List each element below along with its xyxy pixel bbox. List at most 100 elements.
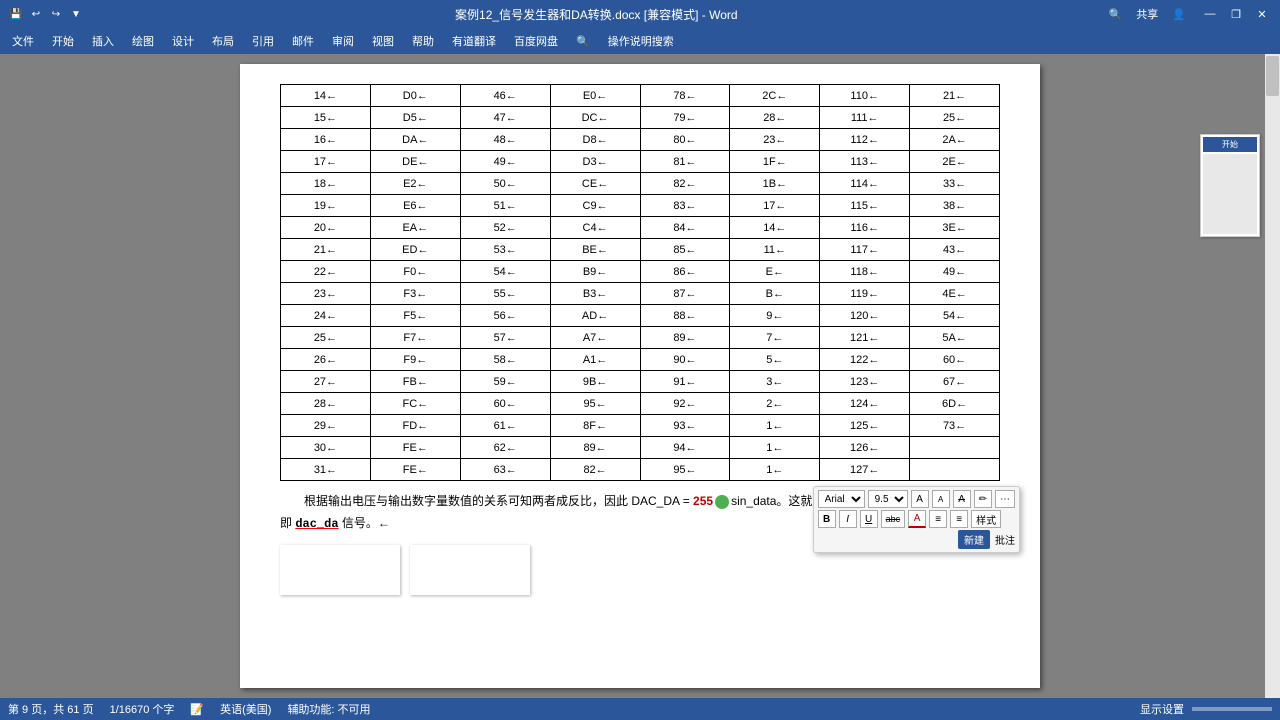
menu-references[interactable]: 引用	[244, 30, 282, 52]
table-cell	[910, 459, 1000, 481]
menu-mailings[interactable]: 邮件	[284, 30, 322, 52]
bold-button[interactable]: B	[818, 510, 836, 528]
menu-search-icon[interactable]: 🔍	[568, 32, 598, 51]
table-row: 15←D5←47←DC←79←28←111←25←	[281, 107, 1000, 129]
scroll-thumb[interactable]	[1266, 56, 1279, 96]
format-painter-button[interactable]: ✏	[974, 490, 992, 508]
table-row: 30←FE←62←89←94←1←126←	[281, 437, 1000, 459]
table-cell: 29←	[281, 415, 371, 437]
menu-file[interactable]: 文件	[4, 30, 42, 52]
table-cell: 89←	[550, 437, 640, 459]
font-name-select[interactable]: Arial	[818, 490, 865, 508]
table-row: 29←FD←61←8F←93←1←125←73←	[281, 415, 1000, 437]
table-cell: 22←	[281, 261, 371, 283]
table-row: 17←DE←49←D3←81←1F←113←2E←	[281, 151, 1000, 173]
table-cell: 24←	[281, 305, 371, 327]
table-cell: 14←	[730, 217, 820, 239]
table-cell: C4←	[550, 217, 640, 239]
table-cell: 20←	[281, 217, 371, 239]
comment-label: 批注	[995, 532, 1015, 547]
menu-help[interactable]: 帮助	[404, 30, 442, 52]
customize-icon[interactable]: ▼	[68, 6, 84, 22]
table-cell: 48←	[460, 129, 550, 151]
table-cell: 27←	[281, 371, 371, 393]
menu-home[interactable]: 开始	[44, 30, 82, 52]
table-cell: 123←	[820, 371, 910, 393]
table-cell: 90←	[640, 349, 730, 371]
restore-button[interactable]: ❐	[1226, 6, 1246, 22]
zoom-slider[interactable]	[1192, 707, 1272, 711]
minimize-button[interactable]: —	[1200, 6, 1220, 22]
table-cell: D0←	[370, 85, 460, 107]
italic-button[interactable]: I	[839, 510, 857, 528]
menu-view[interactable]: 视图	[364, 30, 402, 52]
table-cell: E0←	[550, 85, 640, 107]
table-cell: 28←	[730, 107, 820, 129]
table-cell: 1F←	[730, 151, 820, 173]
bullet-list-button[interactable]: ≡	[929, 510, 947, 528]
table-cell: A1←	[550, 349, 640, 371]
page-info: 第 9 页，共 61 页	[8, 701, 94, 717]
table-cell: 120←	[820, 305, 910, 327]
table-cell: 33←	[910, 173, 1000, 195]
green-indicator	[715, 495, 729, 509]
new-comment-button[interactable]: 新建	[958, 530, 990, 549]
menu-draw[interactable]: 绘图	[124, 30, 162, 52]
menu-design[interactable]: 设计	[164, 30, 202, 52]
font-size-select[interactable]: 9.5	[868, 490, 908, 508]
table-cell: F5←	[370, 305, 460, 327]
table-cell: D5←	[370, 107, 460, 129]
table-cell: 5A←	[910, 327, 1000, 349]
table-cell: 57←	[460, 327, 550, 349]
table-cell: 54←	[460, 261, 550, 283]
strikethrough-button[interactable]: abc	[881, 510, 906, 528]
status-bar: 第 9 页，共 61 页 1/16670 个字 📝 英语(美国) 辅助功能: 不…	[0, 698, 1280, 720]
table-cell: E←	[730, 261, 820, 283]
more-button[interactable]: ⋯	[995, 490, 1015, 508]
share-button[interactable]: 共享	[1136, 6, 1158, 22]
table-cell: 26←	[281, 349, 371, 371]
table-cell: 95←	[550, 393, 640, 415]
menu-review[interactable]: 审阅	[324, 30, 362, 52]
font-grow-button[interactable]: A	[911, 490, 929, 508]
menu-operation-help[interactable]: 操作说明搜索	[600, 30, 682, 52]
language[interactable]: 英语(美国)	[220, 701, 271, 717]
redo-icon[interactable]: ↪	[48, 6, 64, 22]
blank-page-right	[410, 545, 530, 595]
table-cell: 21←	[281, 239, 371, 261]
table-row: 26←F9←58←A1←90←5←122←60←	[281, 349, 1000, 371]
table-cell: 30←	[281, 437, 371, 459]
vertical-scrollbar[interactable]	[1265, 54, 1280, 698]
table-cell: 115←	[820, 195, 910, 217]
font-shrink-button[interactable]: A	[932, 490, 950, 508]
status-right: 显示设置	[1140, 701, 1272, 717]
blank-page-left	[280, 545, 400, 595]
preview-title[interactable]: 开始	[1203, 137, 1257, 152]
menu-baidu[interactable]: 百度网盘	[506, 30, 566, 52]
table-cell: 9←	[730, 305, 820, 327]
table-cell: 25←	[281, 327, 371, 349]
document-title: 案例12_信号发生器和DA转换.docx [兼容模式] - Word	[84, 6, 1109, 23]
table-cell: 9B←	[550, 371, 640, 393]
font-color-button[interactable]: A	[908, 510, 926, 528]
style-button[interactable]: 样式	[971, 510, 1001, 528]
table-cell: 2C←	[730, 85, 820, 107]
table-cell: FC←	[370, 393, 460, 415]
search-icon[interactable]: 🔍	[1109, 8, 1123, 21]
table-cell: 63←	[460, 459, 550, 481]
table-cell: 5←	[730, 349, 820, 371]
menu-insert[interactable]: 插入	[84, 30, 122, 52]
table-cell: 83←	[640, 195, 730, 217]
undo-icon[interactable]: ↩	[28, 6, 44, 22]
table-cell: 94←	[640, 437, 730, 459]
menu-youdao[interactable]: 有道翻译	[444, 30, 504, 52]
underline-button[interactable]: U	[860, 510, 878, 528]
table-cell	[910, 437, 1000, 459]
clear-format-button[interactable]: A	[953, 490, 971, 508]
menu-layout[interactable]: 布局	[204, 30, 242, 52]
save-icon[interactable]: 💾	[8, 6, 24, 22]
table-cell: 87←	[640, 283, 730, 305]
close-button[interactable]: ✕	[1252, 6, 1272, 22]
numbered-list-button[interactable]: ≡	[950, 510, 968, 528]
display-settings[interactable]: 显示设置	[1140, 701, 1184, 717]
